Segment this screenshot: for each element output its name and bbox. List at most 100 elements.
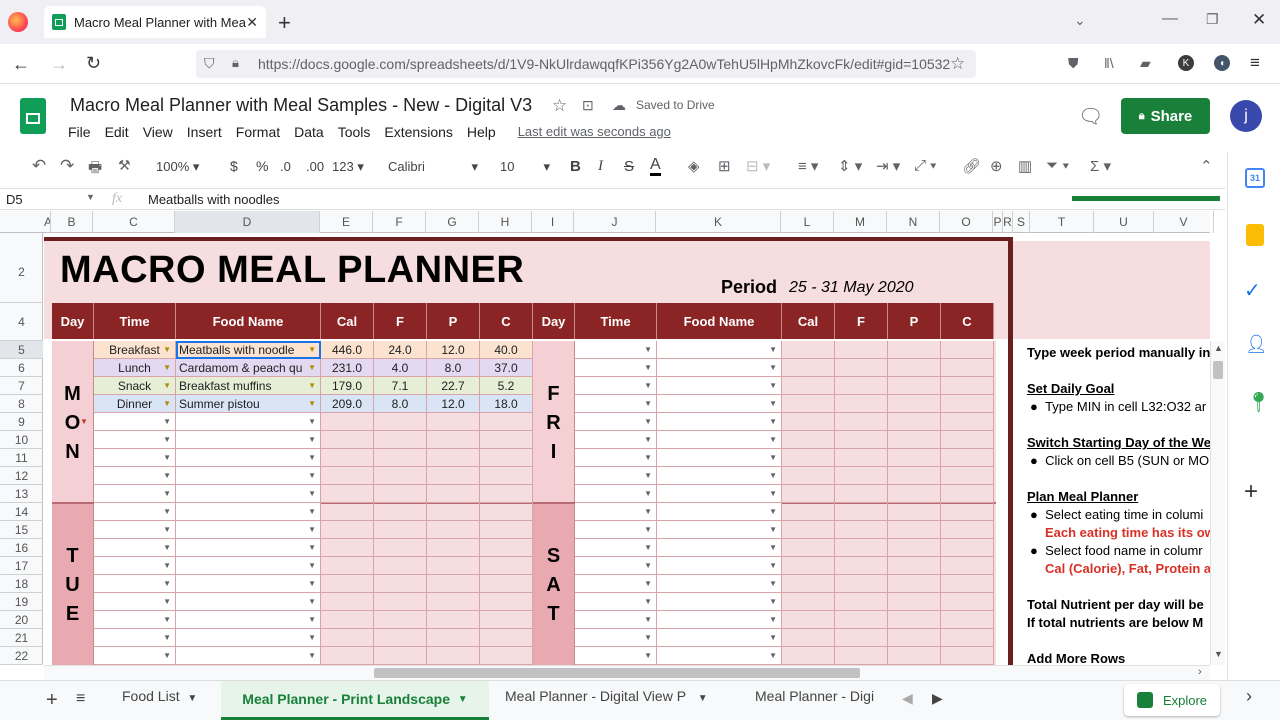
redo-icon[interactable]: ↷: [60, 156, 74, 176]
carb-cell[interactable]: [941, 341, 994, 359]
tasks-icon[interactable]: ✓: [1244, 278, 1261, 303]
protein-cell[interactable]: [888, 557, 941, 575]
fat-cell[interactable]: [374, 485, 427, 503]
selected-cell-d5[interactable]: Meatballs with noodle ▼: [176, 341, 321, 359]
dropdown-arrow-icon[interactable]: ▼: [769, 431, 777, 448]
food-dropdown[interactable]: Breakfast muffins ▼: [176, 377, 321, 395]
column-header-g[interactable]: G: [426, 211, 479, 233]
dropdown-arrow-icon[interactable]: ▼: [769, 377, 777, 394]
reload-icon[interactable]: ↻: [86, 53, 101, 74]
dropdown-arrow-icon[interactable]: ▼: [163, 629, 171, 646]
row-header-4[interactable]: 4: [0, 303, 43, 341]
font-size-select[interactable]: 10 ▾: [500, 159, 550, 175]
food-dropdown[interactable]: ▼: [176, 647, 321, 665]
protein-cell[interactable]: [888, 395, 941, 413]
carb-cell[interactable]: [480, 467, 533, 485]
dropdown-arrow-icon[interactable]: ▼: [163, 413, 171, 430]
dropdown-arrow-icon[interactable]: ▼: [163, 395, 171, 412]
restore-icon[interactable]: ❐: [1206, 11, 1219, 28]
food-dropdown[interactable]: ▼: [657, 521, 782, 539]
fat-cell[interactable]: [374, 539, 427, 557]
day-sat[interactable]: SAT: [533, 503, 575, 665]
carb-cell[interactable]: 40.0: [480, 341, 533, 359]
insert-chart-icon[interactable]: ▥: [1018, 157, 1032, 175]
zoom-select[interactable]: 100% ▾: [156, 159, 199, 175]
time-dropdown[interactable]: ▼: [575, 593, 657, 611]
dropdown-arrow-icon[interactable]: ▼: [644, 575, 652, 592]
dropdown-arrow-icon[interactable]: ▼: [644, 521, 652, 538]
food-dropdown[interactable]: ▼: [176, 629, 321, 647]
filter-icon[interactable]: ⏷ ▾: [1046, 157, 1070, 174]
dropdown-arrow-icon[interactable]: ▼: [163, 485, 171, 502]
dropdown-arrow-icon[interactable]: ▼: [644, 395, 652, 412]
time-dropdown[interactable]: ▼: [94, 629, 176, 647]
fat-cell[interactable]: 8.0: [374, 395, 427, 413]
cal-cell[interactable]: [782, 449, 835, 467]
row-header-14[interactable]: 14: [0, 503, 43, 521]
dropdown-arrow-icon[interactable]: ▼: [644, 557, 652, 574]
dropdown-arrow-icon[interactable]: ▼: [769, 485, 777, 502]
dropdown-arrow-icon[interactable]: ▼: [163, 449, 171, 466]
dropdown-arrow-icon[interactable]: ▼: [308, 503, 316, 520]
maps-icon[interactable]: 📍︎: [1246, 390, 1271, 415]
food-dropdown[interactable]: ▼: [657, 503, 782, 521]
menu-view[interactable]: View: [143, 124, 173, 140]
fat-cell[interactable]: [835, 557, 888, 575]
protein-cell[interactable]: [427, 521, 480, 539]
new-tab-icon[interactable]: +: [278, 10, 291, 36]
menu-data[interactable]: Data: [294, 124, 324, 140]
menu-file[interactable]: File: [68, 124, 91, 140]
menu-extensions[interactable]: Extensions: [384, 124, 452, 140]
column-header-f[interactable]: F: [373, 211, 426, 233]
row-header-12[interactable]: 12: [0, 467, 43, 485]
protein-cell[interactable]: [888, 575, 941, 593]
row-header-5[interactable]: 5: [0, 341, 43, 359]
dropdown-arrow-icon[interactable]: ▼: [644, 485, 652, 502]
food-dropdown[interactable]: ▼: [176, 611, 321, 629]
food-dropdown[interactable]: ▼: [176, 431, 321, 449]
fat-cell[interactable]: [835, 341, 888, 359]
print-icon[interactable]: 🖶: [88, 157, 102, 182]
protein-cell[interactable]: [888, 611, 941, 629]
row-header-21[interactable]: 21: [0, 629, 43, 647]
vertical-scrollbar[interactable]: ▲ ▼: [1210, 341, 1225, 665]
vertical-scroll-thumb[interactable]: [1213, 361, 1223, 379]
cal-cell[interactable]: [321, 557, 374, 575]
fat-cell[interactable]: [374, 557, 427, 575]
row-header-7[interactable]: 7: [0, 377, 43, 395]
fat-cell[interactable]: 24.0: [374, 341, 427, 359]
cal-cell[interactable]: [782, 467, 835, 485]
time-dropdown[interactable]: ▼: [575, 395, 657, 413]
functions-icon[interactable]: Σ ▾: [1090, 157, 1111, 175]
dropdown-arrow-icon[interactable]: ▼: [769, 539, 777, 556]
dropdown-arrow-icon[interactable]: ▼: [769, 413, 777, 430]
carb-cell[interactable]: [941, 467, 994, 485]
dropdown-arrow-icon[interactable]: ▼: [769, 647, 777, 664]
cal-cell[interactable]: [321, 521, 374, 539]
share-button[interactable]: 🔒︎ Share: [1121, 98, 1210, 134]
dropdown-arrow-icon[interactable]: ▼: [163, 647, 171, 664]
time-dropdown[interactable]: ▼: [94, 557, 176, 575]
protein-cell[interactable]: [427, 557, 480, 575]
time-dropdown[interactable]: Snack ▼: [94, 377, 176, 395]
dropdown-arrow-icon[interactable]: ▼: [308, 359, 316, 376]
strikethrough-button[interactable]: S: [624, 158, 634, 175]
carb-cell[interactable]: [480, 413, 533, 431]
decrease-decimal-button[interactable]: .0: [280, 159, 291, 174]
dropdown-arrow-icon[interactable]: ▼: [163, 503, 171, 520]
carb-cell[interactable]: [941, 521, 994, 539]
time-dropdown[interactable]: ▼: [94, 503, 176, 521]
dropdown-arrow-icon[interactable]: ▼: [644, 449, 652, 466]
carb-cell[interactable]: [480, 647, 533, 665]
time-dropdown[interactable]: ▼: [94, 485, 176, 503]
food-dropdown[interactable]: ▼: [176, 557, 321, 575]
protein-cell[interactable]: [427, 503, 480, 521]
time-dropdown[interactable]: ▼: [94, 611, 176, 629]
cal-cell[interactable]: [782, 359, 835, 377]
food-dropdown[interactable]: ▼: [657, 449, 782, 467]
column-header-o[interactable]: O: [940, 211, 993, 233]
format-select[interactable]: 123 ▾: [332, 159, 364, 175]
dropdown-arrow-icon[interactable]: ▼: [644, 377, 652, 394]
time-dropdown[interactable]: ▼: [94, 521, 176, 539]
browser-tab[interactable]: Macro Meal Planner with Meal ✕: [44, 6, 266, 38]
